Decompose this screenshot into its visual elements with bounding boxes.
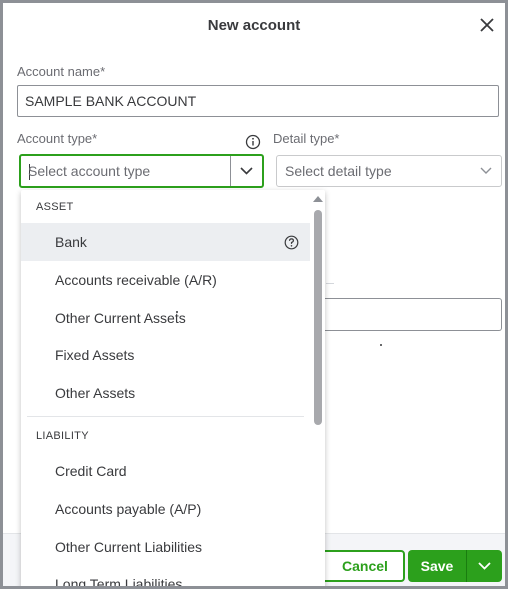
option-credit-card[interactable]: Credit Card — [21, 452, 310, 490]
option-other-current-assets[interactable]: Other Current Assets — [21, 299, 310, 337]
option-label: Other Current Assets — [55, 310, 186, 326]
account-type-select[interactable]: Select account type — [19, 154, 264, 188]
option-label: Bank — [55, 234, 87, 250]
stray-dot — [380, 344, 382, 346]
account-name-input[interactable] — [17, 85, 499, 117]
detail-type-label: Detail type* — [273, 131, 340, 146]
group-divider — [27, 416, 304, 417]
detail-type-select[interactable]: Select detail type — [276, 155, 502, 187]
option-label: Credit Card — [55, 463, 127, 479]
save-options-button[interactable] — [467, 550, 502, 582]
info-icon[interactable] — [245, 134, 261, 150]
option-accounts-receivable[interactable]: Accounts receivable (A/R) — [21, 261, 310, 299]
close-icon[interactable] — [477, 15, 497, 35]
scroll-up-arrow-icon[interactable] — [313, 196, 323, 202]
option-bank[interactable]: Bank — [21, 223, 310, 261]
help-icon[interactable] — [284, 235, 299, 250]
account-type-dropdown: ASSET Bank Accounts receivable (A/R) Oth… — [21, 190, 325, 589]
option-label: Other Current Liabilities — [55, 539, 203, 555]
option-label: Accounts payable (A/P) — [55, 501, 202, 517]
group-heading-liability: LIABILITY — [36, 430, 89, 442]
account-type-placeholder: Select account type — [28, 163, 151, 179]
option-accounts-payable[interactable]: Accounts payable (A/P) — [21, 490, 310, 528]
group-heading-asset: ASSET — [36, 201, 74, 213]
dialog-title: New account — [207, 17, 301, 34]
scrollbar-thumb[interactable] — [314, 210, 322, 425]
option-other-current-liabilities[interactable]: Other Current Liabilities — [21, 528, 310, 566]
option-label: Other Assets — [55, 385, 136, 401]
account-type-toggle[interactable] — [230, 156, 262, 186]
obscured-field-label — [326, 283, 334, 284]
detail-type-placeholder: Select detail type — [285, 163, 392, 179]
option-label: Long Term Liabilities — [55, 576, 183, 589]
option-fixed-assets[interactable]: Fixed Assets — [21, 336, 310, 374]
new-account-dialog: New account Account name* Account type* … — [0, 0, 508, 589]
save-button-group: Save — [408, 550, 502, 582]
option-long-term-liabilities[interactable]: Long Term Liabilities — [21, 565, 310, 589]
save-button[interactable]: Save — [408, 550, 466, 582]
option-other-assets[interactable]: Other Assets — [21, 374, 310, 412]
account-name-label: Account name* — [17, 64, 106, 79]
option-label: Fixed Assets — [55, 347, 135, 363]
chevron-down-icon — [240, 167, 253, 175]
option-label: Accounts receivable (A/R) — [55, 272, 217, 288]
chevron-down-icon — [480, 167, 492, 174]
stray-dot — [176, 311, 178, 313]
chevron-down-icon — [478, 562, 491, 570]
obscured-field[interactable] — [323, 298, 502, 331]
account-type-label: Account type* — [17, 131, 98, 146]
